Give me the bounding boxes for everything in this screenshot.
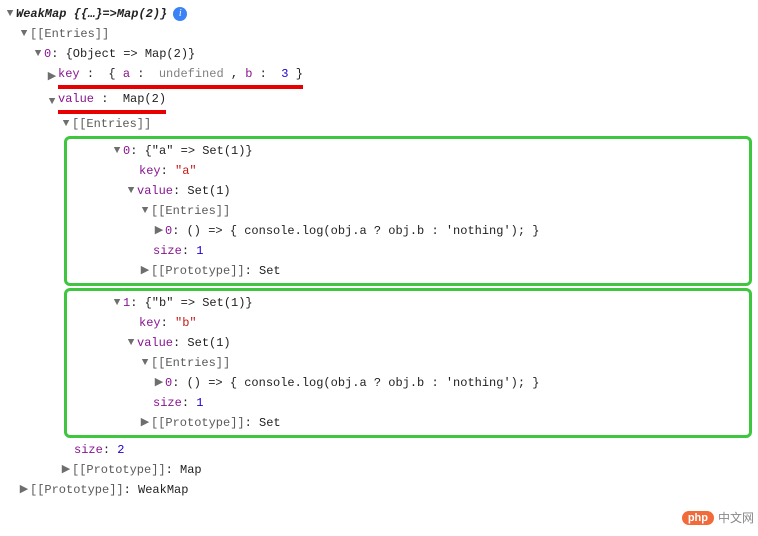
key-label: key — [139, 161, 161, 181]
size-label: size — [153, 393, 182, 413]
highlight-box-1: 1 : {"b" => Set(1)} key : "b" value : Se… — [64, 288, 752, 438]
obj-open: { — [108, 67, 115, 81]
value-summary: Set(1) — [187, 333, 230, 353]
inner-index: 0 — [123, 141, 130, 161]
inner-1-proto-row[interactable]: [[Prototype]] : Set — [69, 413, 747, 433]
key-value: "b" — [175, 313, 197, 333]
expand-arrow-icon[interactable] — [153, 373, 165, 393]
expand-arrow-icon[interactable] — [18, 24, 30, 44]
expand-arrow-icon[interactable] — [4, 4, 16, 24]
entries-label: [[Entries]] — [72, 114, 151, 134]
root-type: WeakMap — [16, 4, 66, 24]
entries-label: [[Entries]] — [151, 353, 230, 373]
expand-arrow-icon[interactable] — [18, 480, 30, 500]
prop-a-name: a — [123, 67, 130, 81]
watermark-text: 中文网 — [718, 509, 754, 526]
set-entry-index: 0 — [165, 373, 172, 393]
expand-arrow-icon[interactable] — [111, 141, 123, 161]
proto-value: WeakMap — [138, 480, 188, 500]
highlight-box-0: 0 : {"a" => Set(1)} key : "a" value : Se… — [64, 136, 752, 286]
value-summary: Set(1) — [187, 181, 230, 201]
entry-summary: {Object => Map(2)} — [66, 44, 196, 64]
inner-0-key-row[interactable]: key : "a" — [69, 161, 747, 181]
inner-1-key-row[interactable]: key : "b" — [69, 313, 747, 333]
root-summary-open: {{…} — [74, 4, 103, 24]
map-size-row: size : 2 — [4, 440, 758, 460]
sep: , — [231, 67, 245, 81]
expand-arrow-icon[interactable] — [139, 353, 151, 373]
root-summary-close: Map(2)} — [117, 4, 167, 24]
root-proto-row[interactable]: [[Prototype]] : WeakMap — [4, 480, 758, 500]
expand-arrow-icon[interactable] — [46, 92, 58, 112]
value-label: value — [137, 181, 173, 201]
watermark: php 中文网 — [682, 509, 754, 526]
info-icon[interactable]: i — [173, 7, 187, 21]
expand-arrow-icon[interactable] — [139, 201, 151, 221]
expand-arrow-icon[interactable] — [60, 460, 72, 480]
expand-arrow-icon[interactable] — [153, 221, 165, 241]
inner-1-set-entry-0-row[interactable]: 0 : () => { console.log(obj.a ? obj.b : … — [69, 373, 747, 393]
inner-0-set-entries-row[interactable]: [[Entries]] — [69, 201, 747, 221]
set-entry-value: () => { console.log(obj.a ? obj.b : 'not… — [187, 373, 540, 393]
inner-1-value-row[interactable]: value : Set(1) — [69, 333, 747, 353]
inner-1-size-row: size : 1 — [69, 393, 747, 413]
entries-label: [[Entries]] — [151, 201, 230, 221]
watermark-logo: php — [682, 511, 714, 525]
entry-0-row[interactable]: 0 : {Object => Map(2)} — [4, 44, 758, 64]
inner-summary: {"a" => Set(1)} — [145, 141, 253, 161]
expand-arrow-icon[interactable] — [125, 181, 137, 201]
expand-arrow-icon[interactable] — [32, 44, 44, 64]
entries-row[interactable]: [[Entries]] — [4, 24, 758, 44]
entry-0-value-row[interactable]: value : Map(2) — [4, 89, 758, 114]
inner-entries-row[interactable]: [[Entries]] — [4, 114, 758, 134]
root-summary-mid: => — [102, 4, 116, 24]
expand-arrow-icon[interactable] — [125, 333, 137, 353]
inner-0-size-row: size : 1 — [69, 241, 747, 261]
proto-label: [[Prototype]] — [151, 413, 245, 433]
prop-a-val: undefined — [159, 67, 224, 81]
entry-0-key-row[interactable]: key : { a : undefined , b : 3 } — [4, 64, 758, 89]
expand-arrow-icon[interactable] — [139, 413, 151, 433]
inner-summary: {"b" => Set(1)} — [145, 293, 253, 313]
value-summary: Map(2) — [123, 92, 166, 106]
proto-value: Map — [180, 460, 202, 480]
entry-index: 0 — [44, 44, 51, 64]
inner-1-row[interactable]: 1 : {"b" => Set(1)} — [69, 293, 747, 313]
expand-arrow-icon[interactable] — [111, 293, 123, 313]
inner-0-row[interactable]: 0 : {"a" => Set(1)} — [69, 141, 747, 161]
set-entry-index: 0 — [165, 221, 172, 241]
size-value: 1 — [196, 241, 203, 261]
prop-b-name: b — [245, 67, 252, 81]
proto-label: [[Prototype]] — [30, 480, 124, 500]
entries-label: [[Entries]] — [30, 24, 109, 44]
key-value: "a" — [175, 161, 197, 181]
inner-0-set-entry-0-row[interactable]: 0 : () => { console.log(obj.a ? obj.b : … — [69, 221, 747, 241]
inner-index: 1 — [123, 293, 130, 313]
obj-close: } — [296, 67, 303, 81]
inner-0-proto-row[interactable]: [[Prototype]] : Set — [69, 261, 747, 281]
proto-label: [[Prototype]] — [72, 460, 166, 480]
expand-arrow-icon[interactable] — [46, 67, 58, 87]
root-weakmap-row[interactable]: WeakMap {{…} => Map(2)} i — [4, 4, 758, 24]
expand-arrow-icon[interactable] — [139, 261, 151, 281]
expand-arrow-icon[interactable] — [60, 114, 72, 134]
size-label: size — [74, 440, 103, 460]
size-value: 1 — [196, 393, 203, 413]
key-label: key — [58, 67, 80, 81]
inner-1-set-entries-row[interactable]: [[Entries]] — [69, 353, 747, 373]
size-label: size — [153, 241, 182, 261]
proto-label: [[Prototype]] — [151, 261, 245, 281]
inner-0-value-row[interactable]: value : Set(1) — [69, 181, 747, 201]
value-label: value — [58, 92, 94, 106]
key-label: key — [139, 313, 161, 333]
proto-value: Set — [259, 261, 281, 281]
prop-b-val: 3 — [281, 67, 288, 81]
set-entry-value: () => { console.log(obj.a ? obj.b : 'not… — [187, 221, 540, 241]
value-label: value — [137, 333, 173, 353]
map-proto-row[interactable]: [[Prototype]] : Map — [4, 460, 758, 480]
proto-value: Set — [259, 413, 281, 433]
size-value: 2 — [117, 440, 124, 460]
